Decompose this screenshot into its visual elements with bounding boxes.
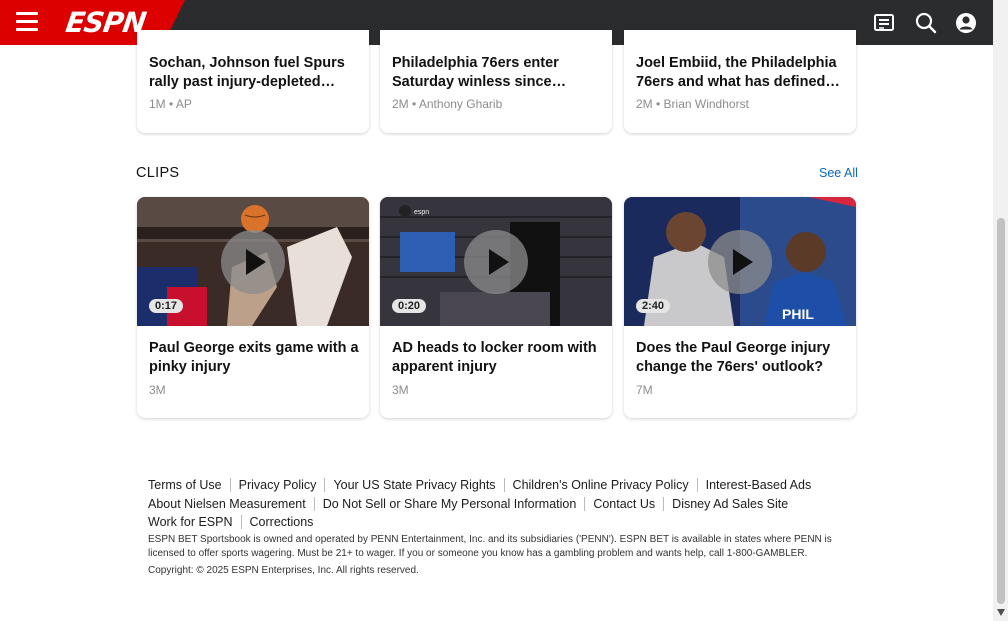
footer-row: Terms of Use Privacy Policy Your US Stat… (148, 476, 848, 495)
footer-row: Work for ESPN Corrections (148, 513, 848, 532)
see-all-link[interactable]: See All (819, 166, 858, 180)
menu-icon[interactable] (16, 12, 38, 32)
story-meta: 2M • Anthony Gharib (392, 97, 503, 111)
clip-card[interactable]: PHIL 2:40 Does the Paul George injury ch… (624, 197, 856, 418)
clips-section-heading: CLIPS (136, 165, 180, 181)
clip-title: Paul George exits game with a pinky inju… (149, 340, 359, 375)
footer-link-childrens-privacy[interactable]: Children's Online Privacy Policy (503, 478, 697, 493)
copyright-text: Copyright: © 2025 ESPN Enterprises, Inc.… (148, 565, 419, 576)
footer-link-state-privacy[interactable]: Your US State Privacy Rights (324, 478, 503, 493)
footer-link-privacy-policy[interactable]: Privacy Policy (229, 478, 325, 493)
footer-link-work-for-espn[interactable]: Work for ESPN (148, 515, 241, 529)
footer-link-interest-ads[interactable]: Interest-Based Ads (696, 478, 820, 493)
scores-icon[interactable] (872, 11, 896, 35)
scrollbar-thumb[interactable] (997, 218, 1005, 604)
footer-link-contact[interactable]: Contact Us (584, 496, 663, 511)
story-title: Philadelphia 76ers enter Saturday winles… (392, 55, 559, 90)
legal-disclaimer: ESPN BET Sportsbook is owned and operate… (148, 534, 832, 559)
clip-meta: 3M (149, 383, 166, 397)
footer-row: About Nielsen Measurement Do Not Sell or… (148, 495, 848, 514)
footer-link-corrections[interactable]: Corrections (240, 515, 322, 530)
story-card[interactable]: Sochan, Johnson fuel Spurs rally past in… (137, 30, 369, 133)
play-icon[interactable] (221, 230, 285, 294)
clip-duration-badge: 2:40 (636, 299, 671, 313)
clip-title: AD heads to locker room with apparent in… (392, 340, 597, 375)
story-card[interactable]: Joel Embiid, the Philadelphia 76ers and … (624, 30, 856, 133)
search-icon[interactable] (914, 11, 938, 35)
clip-meta: 3M (392, 383, 409, 397)
clip-card[interactable]: 0:17 Paul George exits game with a pinky… (137, 197, 369, 418)
story-meta: 1M • AP (149, 97, 192, 111)
footer-link-do-not-sell[interactable]: Do Not Sell or Share My Personal Informa… (313, 496, 585, 511)
play-icon[interactable] (464, 230, 528, 294)
story-title: Joel Embiid, the Philadelphia 76ers and … (636, 55, 837, 90)
clip-duration-badge: 0:20 (392, 299, 427, 313)
clip-meta: 7M (636, 383, 653, 397)
footer-links: Terms of Use Privacy Policy Your US Stat… (148, 476, 848, 532)
espn-logo[interactable]: ESPN (64, 6, 148, 39)
footer-link-nielsen[interactable]: About Nielsen Measurement (148, 497, 314, 511)
clip-card[interactable]: espn 0:20 AD heads to locker room with a… (380, 197, 612, 418)
svg-text:espn: espn (414, 209, 429, 216)
clip-title: Does the Paul George injury change the 7… (636, 340, 831, 375)
profile-icon[interactable] (954, 11, 978, 35)
story-card[interactable]: Philadelphia 76ers enter Saturday winles… (380, 30, 612, 133)
play-icon[interactable] (708, 230, 772, 294)
story-meta: 2M • Brian Windhorst (636, 97, 749, 111)
story-title: Sochan, Johnson fuel Spurs rally past in… (149, 55, 345, 90)
scroll-down-arrow-icon[interactable] (997, 609, 1005, 616)
clip-duration-badge: 0:17 (149, 299, 184, 313)
svg-text:PHIL: PHIL (782, 306, 814, 322)
footer-link-terms[interactable]: Terms of Use (148, 478, 230, 492)
footer-link-disney-ad-sales[interactable]: Disney Ad Sales Site (663, 496, 796, 511)
